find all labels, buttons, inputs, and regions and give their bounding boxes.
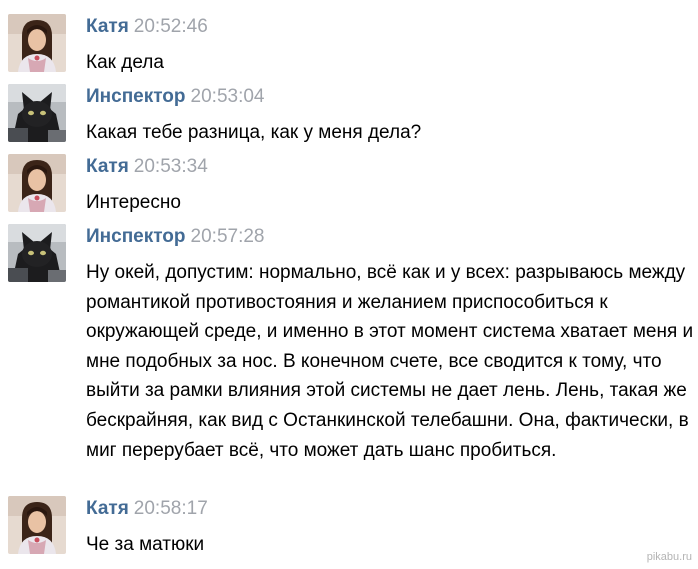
cat-avatar[interactable] (8, 84, 66, 142)
author-name[interactable]: Катя (86, 16, 129, 37)
timestamp[interactable]: 20:53:04 (191, 86, 265, 107)
timestamp[interactable]: 20:57:28 (191, 226, 265, 247)
author-name[interactable]: Катя (86, 498, 129, 519)
watermark: pikabu.ru (646, 551, 692, 563)
timestamp[interactable]: 20:52:46 (134, 16, 208, 37)
author-name[interactable]: Инспектор (86, 226, 186, 247)
message-text: Че за матюки (86, 534, 205, 555)
message-text: Интересно (86, 192, 181, 213)
message-text: Как дела (86, 52, 164, 73)
message-header: Катя 20:52:46 (86, 14, 208, 40)
message-header: Катя 20:58:17 (86, 496, 208, 522)
author-name[interactable]: Инспектор (86, 86, 186, 107)
cat-avatar[interactable] (8, 224, 66, 282)
message-text: Какая тебе разница, как у меня дела? (86, 122, 422, 143)
girl-avatar[interactable] (8, 14, 66, 72)
author-name[interactable]: Катя (86, 156, 129, 177)
girl-avatar[interactable] (8, 154, 66, 212)
message-header: Катя 20:53:34 (86, 154, 208, 180)
message-text: Ну окей, допустим: нормально, всё как и … (86, 262, 694, 461)
message-header: Инспектор 20:53:04 (86, 84, 265, 110)
message-header: Инспектор 20:57:28 (86, 224, 265, 250)
timestamp[interactable]: 20:53:34 (134, 156, 208, 177)
girl-avatar[interactable] (8, 496, 66, 554)
timestamp[interactable]: 20:58:17 (134, 498, 208, 519)
